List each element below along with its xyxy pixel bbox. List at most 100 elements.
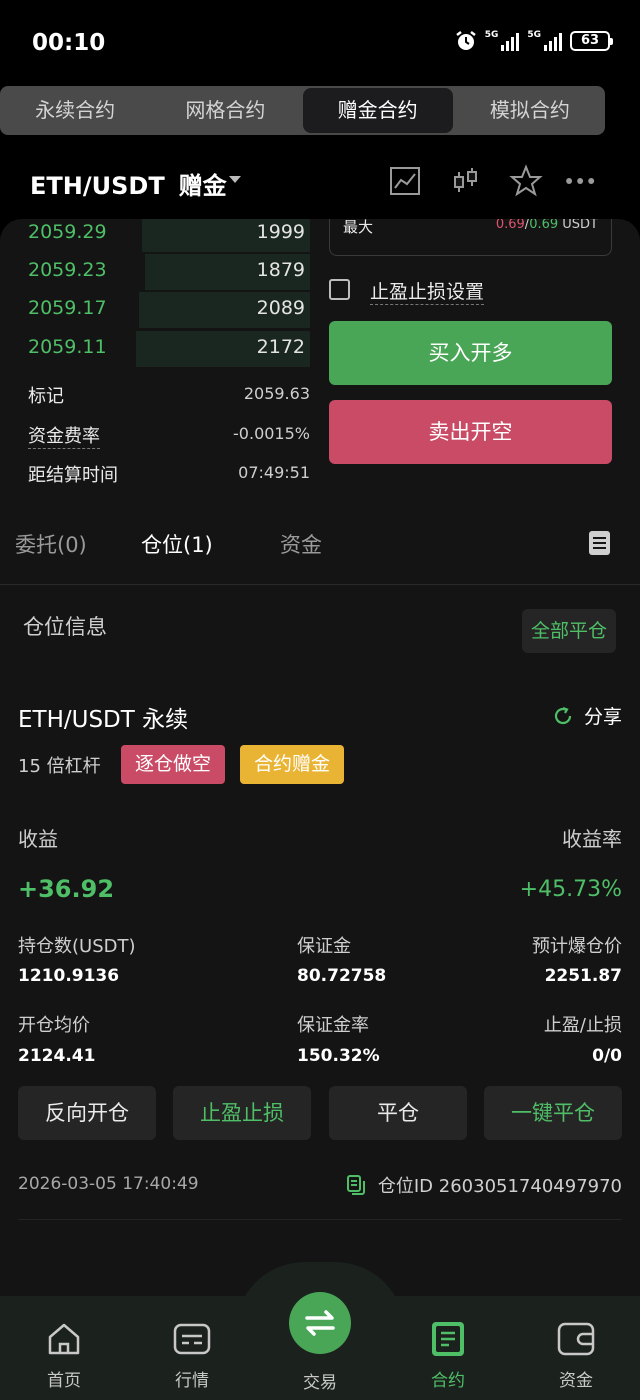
max-amount-box: 最大 0.69/0.69 USDT <box>329 219 612 256</box>
margin-rate-label: 保证金率 <box>297 1015 369 1036</box>
pair-name: ETH/USDT <box>30 172 165 200</box>
copy-icon[interactable] <box>346 1174 366 1196</box>
document-icon[interactable] <box>589 531 610 555</box>
orderbook-price: 2059.17 <box>28 297 107 319</box>
candlestick-icon[interactable] <box>449 164 483 198</box>
contract-icon <box>432 1322 464 1356</box>
nav-market[interactable]: 行情 <box>152 1320 232 1391</box>
nav-home-label: 首页 <box>47 1371 81 1391</box>
nav-contract-label: 合约 <box>431 1371 465 1391</box>
funding-rate-label: 资金费率 <box>28 422 100 449</box>
home-icon <box>48 1323 80 1355</box>
mark-price-value: 2059.63 <box>243 384 310 403</box>
signal-icon: 5G <box>485 31 520 51</box>
tpsl-setting-label[interactable]: 止盈止损设置 <box>370 277 485 305</box>
size-value: 1210.9136 <box>18 966 120 986</box>
tab-simulation[interactable]: 模拟合约 <box>455 86 605 135</box>
liquidation-label: 预计爆仓价 <box>532 936 622 957</box>
market-icon <box>173 1323 211 1355</box>
divider <box>0 584 640 585</box>
line-chart-icon[interactable] <box>388 164 422 198</box>
settlement-label: 距结算时间 <box>28 465 118 486</box>
status-bar: 00:10 5G 5G 63 <box>0 0 640 84</box>
orderbook-price: 2059.23 <box>28 259 107 281</box>
swap-icon <box>305 1310 335 1336</box>
close-all-button[interactable]: 全部平仓 <box>522 609 616 653</box>
leverage-label: 15 倍杠杆 <box>18 756 101 777</box>
nav-trade-button[interactable] <box>289 1292 351 1354</box>
tab-orders[interactable]: 委托(0) <box>15 529 87 559</box>
mark-price-row: 标记 2059.63 <box>28 382 310 410</box>
orderbook-row[interactable]: 2059.23 1879 <box>0 254 320 290</box>
wallet-icon <box>557 1322 595 1356</box>
tpsl-checkbox[interactable] <box>329 279 350 300</box>
orderbook-qty: 2089 <box>256 297 305 319</box>
orderbook-price: 2059.11 <box>28 336 107 358</box>
tab-bonus[interactable]: 赠金合约 <box>302 88 453 133</box>
pnl-value: +36.92 <box>18 875 115 903</box>
alarm-icon <box>455 31 476 50</box>
margin-value: 80.72758 <box>297 966 387 986</box>
orderbook-qty: 1879 <box>256 259 305 281</box>
orderbook-price: 2059.29 <box>28 221 107 243</box>
max-value: 0.69/0.69 USDT <box>495 219 598 232</box>
tab-funds[interactable]: 资金 <box>280 529 322 559</box>
main-panel: 2059.29 1999 2059.23 1879 2059.17 2089 2… <box>0 219 640 1299</box>
nav-assets[interactable]: 资金 <box>536 1320 616 1391</box>
max-label: 最大 <box>343 219 374 236</box>
signal-icon-2: 5G <box>527 31 562 51</box>
share-button[interactable]: 分享 <box>552 702 622 729</box>
tab-positions[interactable]: 仓位(1) <box>141 529 213 559</box>
liquidation-value: 2251.87 <box>544 966 622 986</box>
position-title: ETH/USDT 永续 <box>18 707 189 733</box>
section-title: 仓位信息 <box>23 615 107 639</box>
position-id[interactable]: 仓位ID 2603051740497970 <box>346 1172 622 1198</box>
pair-selector[interactable]: ETH/USDT 赠金 <box>30 166 227 201</box>
nav-trade-label[interactable]: 交易 <box>280 1368 360 1393</box>
position-id-text: 仓位ID 2603051740497970 <box>377 1176 622 1197</box>
pair-header: ETH/USDT 赠金 <box>0 150 640 214</box>
entry-price-value: 2124.41 <box>18 1046 96 1066</box>
star-icon[interactable] <box>509 164 543 198</box>
sell-short-button[interactable]: 卖出开空 <box>329 400 612 464</box>
share-label: 分享 <box>583 706 622 728</box>
tpsl-button[interactable]: 止盈止损 <box>173 1086 311 1140</box>
close-position-button[interactable]: 平仓 <box>329 1086 467 1140</box>
position-time: 2026-03-05 17:40:49 <box>18 1174 199 1194</box>
nav-assets-label: 资金 <box>559 1371 593 1391</box>
nav-home[interactable]: 首页 <box>24 1320 104 1391</box>
contract-type-badge: 合约赠金 <box>240 745 344 784</box>
divider <box>18 1219 622 1220</box>
entry-price-label: 开仓均价 <box>18 1015 90 1036</box>
battery-icon: 63 <box>570 31 613 51</box>
reverse-open-button[interactable]: 反向开仓 <box>18 1086 156 1140</box>
tab-perpetual[interactable]: 永续合约 <box>0 86 150 135</box>
status-icons: 5G 5G 63 <box>455 30 613 52</box>
orderbook-row[interactable]: 2059.11 2172 <box>0 331 320 367</box>
more-icon[interactable] <box>564 164 598 198</box>
chevron-down-icon[interactable] <box>229 176 241 183</box>
nav-contract[interactable]: 合约 <box>408 1320 488 1391</box>
buy-long-button[interactable]: 买入开多 <box>329 321 612 385</box>
size-label: 持仓数(USDT) <box>18 936 136 957</box>
orderbook-row[interactable]: 2059.17 2089 <box>0 292 320 328</box>
nav-market-label: 行情 <box>175 1371 209 1391</box>
orderbook-qty: 2172 <box>256 336 305 358</box>
settlement-row: 距结算时间 07:49:51 <box>28 461 310 489</box>
pair-gift-label: 赠金 <box>178 172 227 200</box>
margin-label: 保证金 <box>297 936 351 957</box>
one-click-close-button[interactable]: 一键平仓 <box>484 1086 622 1140</box>
pnl-label: 收益 <box>18 827 58 851</box>
orderbook-qty: 1999 <box>256 221 305 243</box>
pnl-rate-label: 收益率 <box>562 827 622 851</box>
margin-rate-value: 150.32% <box>297 1046 380 1066</box>
share-icon <box>554 706 572 724</box>
margin-mode-badge: 逐仓做空 <box>121 745 225 784</box>
orderbook-row[interactable]: 2059.29 1999 <box>0 219 320 252</box>
funding-rate-row[interactable]: 资金费率 -0.0015% <box>28 422 310 450</box>
tab-grid[interactable]: 网格合约 <box>150 86 300 135</box>
mark-price-label: 标记 <box>28 386 64 407</box>
pnl-rate-value: +45.73% <box>519 877 622 902</box>
contract-type-tabs: 永续合约 网格合约 赠金合约 模拟合约 <box>0 86 605 135</box>
tpsl-label: 止盈/止损 <box>543 1015 622 1036</box>
